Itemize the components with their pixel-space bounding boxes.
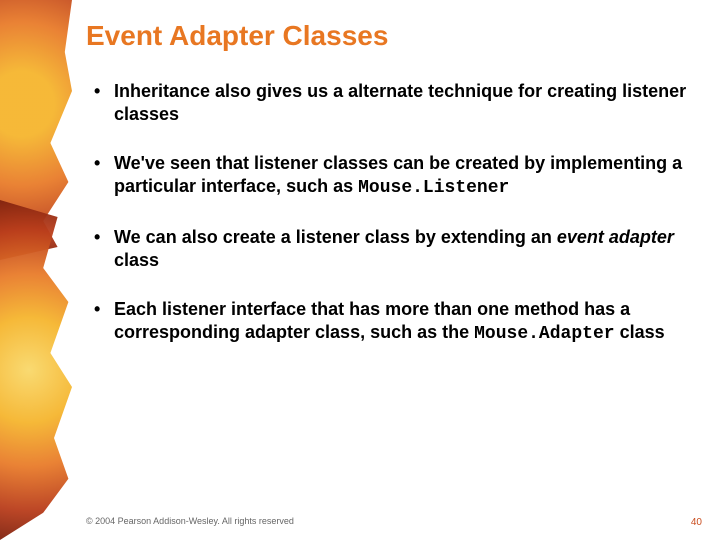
bullet-text: Inheritance also gives us a alternate te…	[114, 81, 686, 124]
bullet-item: Inheritance also gives us a alternate te…	[86, 80, 690, 126]
decorative-sidebar	[0, 0, 72, 540]
leaf-graphic-bottom	[0, 200, 72, 540]
page-number: 40	[691, 517, 702, 528]
bullet-text-post: class	[114, 250, 159, 270]
bullet-text: We can also create a listener class by e…	[114, 227, 557, 247]
bullet-item: We've seen that listener classes can be …	[86, 152, 690, 200]
bullet-item: Each listener interface that has more th…	[86, 298, 690, 346]
slide-content: Event Adapter Classes Inheritance also g…	[86, 20, 690, 372]
bullet-text-post: class	[615, 322, 665, 342]
slide-title: Event Adapter Classes	[86, 20, 690, 52]
bullet-list: Inheritance also gives us a alternate te…	[86, 80, 690, 346]
code-text: Mouse.Listener	[358, 178, 509, 198]
copyright-footer: © 2004 Pearson Addison-Wesley. All right…	[86, 516, 294, 526]
code-text: Mouse.Adapter	[474, 324, 614, 344]
italic-text: event adapter	[557, 227, 674, 247]
bullet-item: We can also create a listener class by e…	[86, 226, 690, 272]
